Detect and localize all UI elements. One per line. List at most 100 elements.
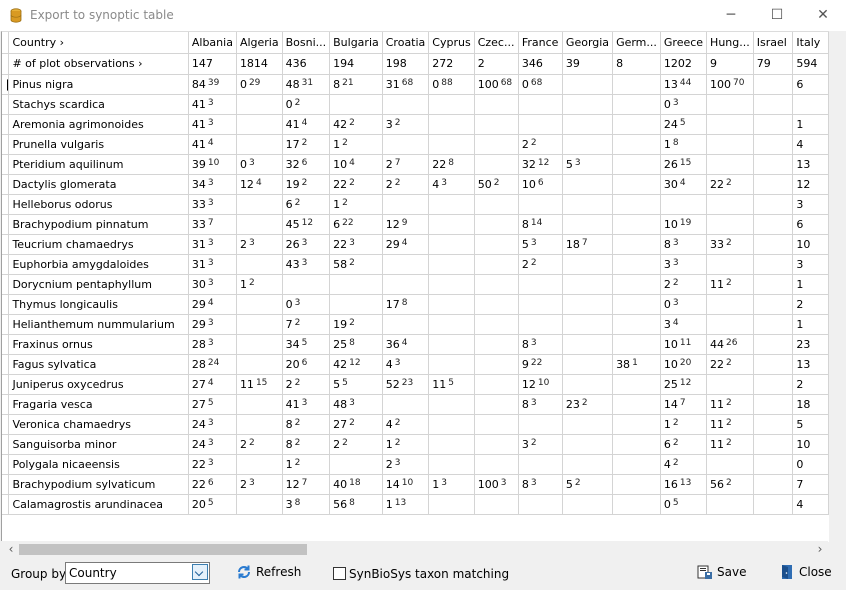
table-cell[interactable] — [474, 494, 519, 515]
table-cell[interactable]: 39 10 — [188, 154, 237, 175]
table-cell[interactable] — [612, 234, 661, 255]
table-cell[interactable] — [562, 414, 614, 435]
table-cell[interactable]: 10 4 — [329, 154, 383, 175]
column-header[interactable]: Bosni... — [282, 32, 331, 54]
table-cell[interactable] — [612, 274, 661, 295]
table-cell[interactable]: 03 — [236, 154, 283, 175]
table-row[interactable]: Teucrium chamaedrys 31 3 2 3 26 3 22 3 29 4 5 3 18 7 8 3… — [2, 234, 829, 255]
table-cell[interactable] — [329, 454, 383, 475]
table-cell[interactable]: 10 20 — [660, 354, 708, 375]
species-name[interactable]: Fraxinus ornus — [8, 334, 189, 355]
table-cell[interactable] — [612, 294, 661, 315]
species-name[interactable]: Pteridium aquilinum — [8, 154, 189, 175]
table-cell[interactable] — [706, 254, 754, 275]
table-cell[interactable]: 22 3 — [329, 234, 383, 255]
table-cell[interactable]: 34 5 — [282, 334, 331, 355]
table-cell[interactable]: 33 2 — [706, 234, 754, 255]
table-cell[interactable]: 83 — [660, 234, 708, 255]
table-cell[interactable] — [753, 474, 794, 495]
table-cell[interactable]: 12 — [236, 274, 283, 295]
table-cell[interactable] — [236, 254, 283, 275]
table-cell[interactable] — [562, 434, 614, 455]
species-name[interactable]: Sanguisorba minor — [8, 434, 189, 455]
table-cell[interactable]: 03 — [660, 294, 708, 315]
column-header[interactable]: Czec... — [474, 32, 519, 54]
table-cell[interactable]: 20 6 — [282, 354, 331, 375]
table-cell[interactable] — [382, 314, 430, 335]
table-cell[interactable] — [706, 454, 754, 475]
synoptic-grid[interactable]: Country › Albania Algeria Bosni... Bulgaria C… — [1, 31, 829, 542]
table-row[interactable]: Polygala nicaeensis 22 3 1 2 2 3 4 2 0 — [2, 454, 829, 475]
table-cell[interactable] — [753, 214, 794, 235]
table-cell[interactable] — [474, 94, 519, 115]
table-cell[interactable] — [562, 274, 614, 295]
row-indicator[interactable] — [2, 434, 10, 455]
species-name[interactable]: Dorycnium pentaphyllum — [8, 274, 189, 295]
table-cell[interactable] — [612, 494, 661, 515]
table-cell[interactable]: 55 — [329, 374, 383, 395]
table-cell[interactable] — [518, 414, 563, 435]
species-name[interactable]: Fagus sylvatica — [8, 354, 189, 375]
table-cell[interactable]: 41 3 — [282, 394, 331, 415]
table-cell[interactable] — [706, 374, 754, 395]
table-cell[interactable] — [474, 414, 519, 435]
table-cell[interactable] — [518, 94, 563, 115]
table-cell[interactable] — [428, 234, 475, 255]
table-cell[interactable]: 12 — [382, 434, 430, 455]
table-row[interactable]: Aremonia agrimonoides 41 3 41 4 42 2 3 2 24 5 1 — [2, 114, 829, 135]
row-indicator[interactable] — [2, 494, 10, 515]
table-row[interactable]: Stachys scardica 41 3 0 2 0 3 — [2, 94, 829, 115]
table-row[interactable]: Dactylis glomerata 34 3 12 4 19 2 22 2 2 2 4 3 50 2 10 6… — [2, 174, 829, 195]
table-cell[interactable] — [382, 274, 430, 295]
country-header[interactable]: Country › — [8, 32, 189, 54]
table-cell[interactable] — [612, 394, 661, 415]
species-name[interactable]: Veronica chamaedrys — [8, 414, 189, 435]
column-header[interactable]: Cyprus — [428, 32, 475, 54]
table-cell[interactable]: 31 3 — [188, 234, 237, 255]
table-cell[interactable]: 12 9 — [382, 214, 430, 235]
table-cell[interactable]: 18 — [792, 394, 829, 415]
table-cell[interactable] — [706, 134, 754, 155]
row-indicator[interactable] — [2, 274, 10, 295]
table-cell[interactable]: 83 — [518, 334, 563, 355]
table-cell[interactable] — [428, 274, 475, 295]
table-cell[interactable]: 36 4 — [382, 334, 430, 355]
table-cell[interactable]: 82 — [282, 414, 331, 435]
column-header[interactable]: Greece — [660, 32, 708, 54]
table-cell[interactable]: 50 2 — [474, 174, 519, 195]
table-cell[interactable] — [236, 354, 283, 375]
table-cell[interactable] — [329, 294, 383, 315]
table-cell[interactable] — [236, 414, 283, 435]
scroll-right-icon[interactable]: › — [812, 541, 828, 558]
table-cell[interactable]: 62 — [660, 434, 708, 455]
table-row[interactable]: Fraxinus ornus 28 3 34 5 25 8 36 4 8 3 10 11 44 26 23 — [2, 334, 829, 355]
table-cell[interactable]: 20 5 — [188, 494, 237, 515]
table-cell[interactable]: 12 — [660, 414, 708, 435]
row-indicator[interactable] — [2, 474, 10, 495]
header-row[interactable]: Country › Albania Algeria Bosni... Bulgaria C… — [2, 32, 829, 54]
table-cell[interactable]: 12 — [329, 194, 383, 215]
table-cell[interactable] — [382, 194, 430, 215]
table-cell[interactable]: 02 — [282, 94, 331, 115]
row-indicator[interactable] — [2, 194, 10, 215]
table-cell[interactable]: 22 2 — [706, 354, 754, 375]
row-indicator[interactable] — [2, 254, 10, 275]
table-cell[interactable]: 100 68 — [474, 74, 519, 95]
table-cell[interactable]: 32 6 — [282, 154, 331, 175]
table-cell[interactable]: 29 4 — [188, 294, 237, 315]
table-cell[interactable]: 25 8 — [329, 334, 383, 355]
table-cell[interactable]: 33 3 — [188, 194, 237, 215]
table-cell[interactable] — [428, 294, 475, 315]
table-cell[interactable]: 4 — [792, 494, 829, 515]
table-cell[interactable]: 22 2 — [706, 174, 754, 195]
table-cell[interactable] — [612, 254, 661, 275]
table-cell[interactable] — [612, 334, 661, 355]
table-cell[interactable] — [518, 294, 563, 315]
table-cell[interactable] — [753, 174, 794, 195]
table-cell[interactable]: 11 2 — [706, 274, 754, 295]
column-header[interactable]: Algeria — [236, 32, 283, 54]
row-indicator[interactable] — [2, 334, 10, 355]
table-cell[interactable] — [518, 314, 563, 335]
table-cell[interactable] — [428, 394, 475, 415]
table-cell[interactable]: 41 4 — [282, 114, 331, 135]
